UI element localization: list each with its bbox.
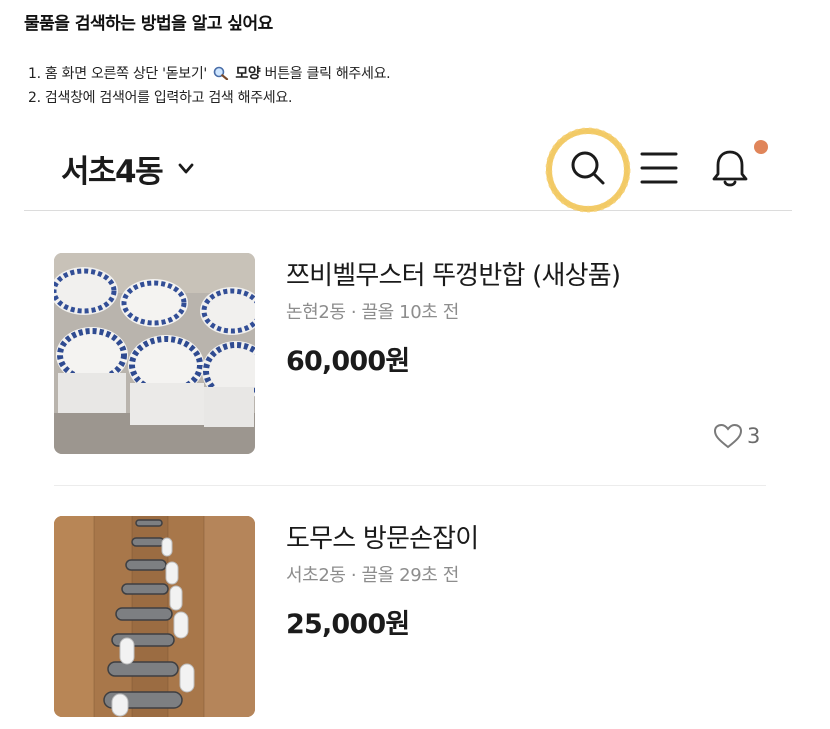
bell-icon[interactable]	[708, 146, 752, 190]
search-icon[interactable]	[568, 148, 608, 188]
location-selector[interactable]: 서초4동	[61, 146, 196, 191]
like-button[interactable]: 3	[713, 423, 760, 449]
item-title[interactable]: 도무스 방문손잡이	[286, 518, 479, 555]
page: 물품을 검색하는 방법을 알고 싶어요 1. 홈 화면 오른쪽 상단 '돋보기'…	[0, 0, 830, 729]
notification-dot	[754, 140, 768, 154]
item-image-door-handles[interactable]	[54, 516, 255, 717]
item-price: 60,000원	[286, 346, 410, 377]
guide-steps: 1. 홈 화면 오른쪽 상단 '돋보기' 모양 버튼을 클릭 해주세요. 2. …	[28, 62, 391, 110]
chevron-down-icon	[178, 163, 194, 173]
step-1-text-end: 버튼을 클릭 해주세요.	[260, 66, 391, 82]
step-1-bold: 모양	[235, 66, 261, 82]
item-divider	[54, 485, 766, 486]
magnifier-emoji-icon	[213, 66, 229, 80]
step-1-text: 1. 홈 화면 오른쪽 상단 '돋보기'	[28, 66, 207, 82]
guide-step-2: 2. 검색창에 검색어를 입력하고 검색 해주세요.	[28, 90, 293, 106]
list-item[interactable]: 도무스 방문손잡이 서초2동 · 끌올 29초 전 25,000원	[54, 516, 766, 718]
heart-icon	[713, 423, 743, 449]
item-image-bowls[interactable]	[54, 253, 255, 454]
app-header: 서초4동	[24, 120, 792, 213]
item-meta: 서초2동 · 끌올 29초 전	[286, 565, 459, 586]
guide-title: 물품을 검색하는 방법을 알고 싶어요	[24, 14, 273, 34]
item-price: 25,000원	[286, 609, 410, 640]
location-name: 서초4동	[61, 154, 164, 190]
guide-step-1: 1. 홈 화면 오른쪽 상단 '돋보기' 모양 버튼을 클릭 해주세요.	[28, 62, 391, 86]
menu-icon[interactable]	[638, 149, 680, 187]
item-title[interactable]: 쯔비벨무스터 뚜껑반합 (새상품)	[286, 255, 621, 292]
item-meta: 논현2동 · 끌올 10초 전	[286, 302, 459, 323]
list-item[interactable]: 쯔비벨무스터 뚜껑반합 (새상품) 논현2동 · 끌올 10초 전 60,000…	[54, 253, 766, 455]
like-count: 3	[747, 424, 761, 448]
